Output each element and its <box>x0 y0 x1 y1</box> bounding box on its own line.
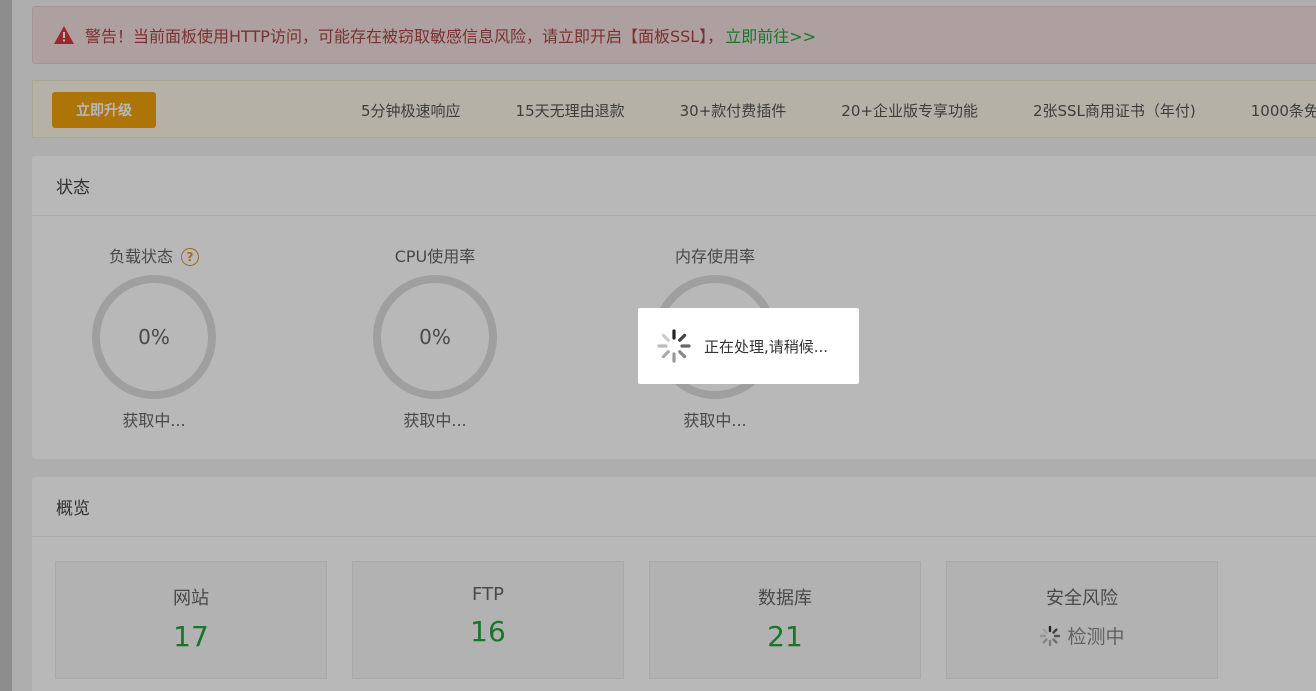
loading-spinner-icon <box>657 329 691 363</box>
loading-text: 正在处理,请稍候... <box>704 337 829 356</box>
loading-dialog: 正在处理,请稍候... <box>638 308 859 384</box>
